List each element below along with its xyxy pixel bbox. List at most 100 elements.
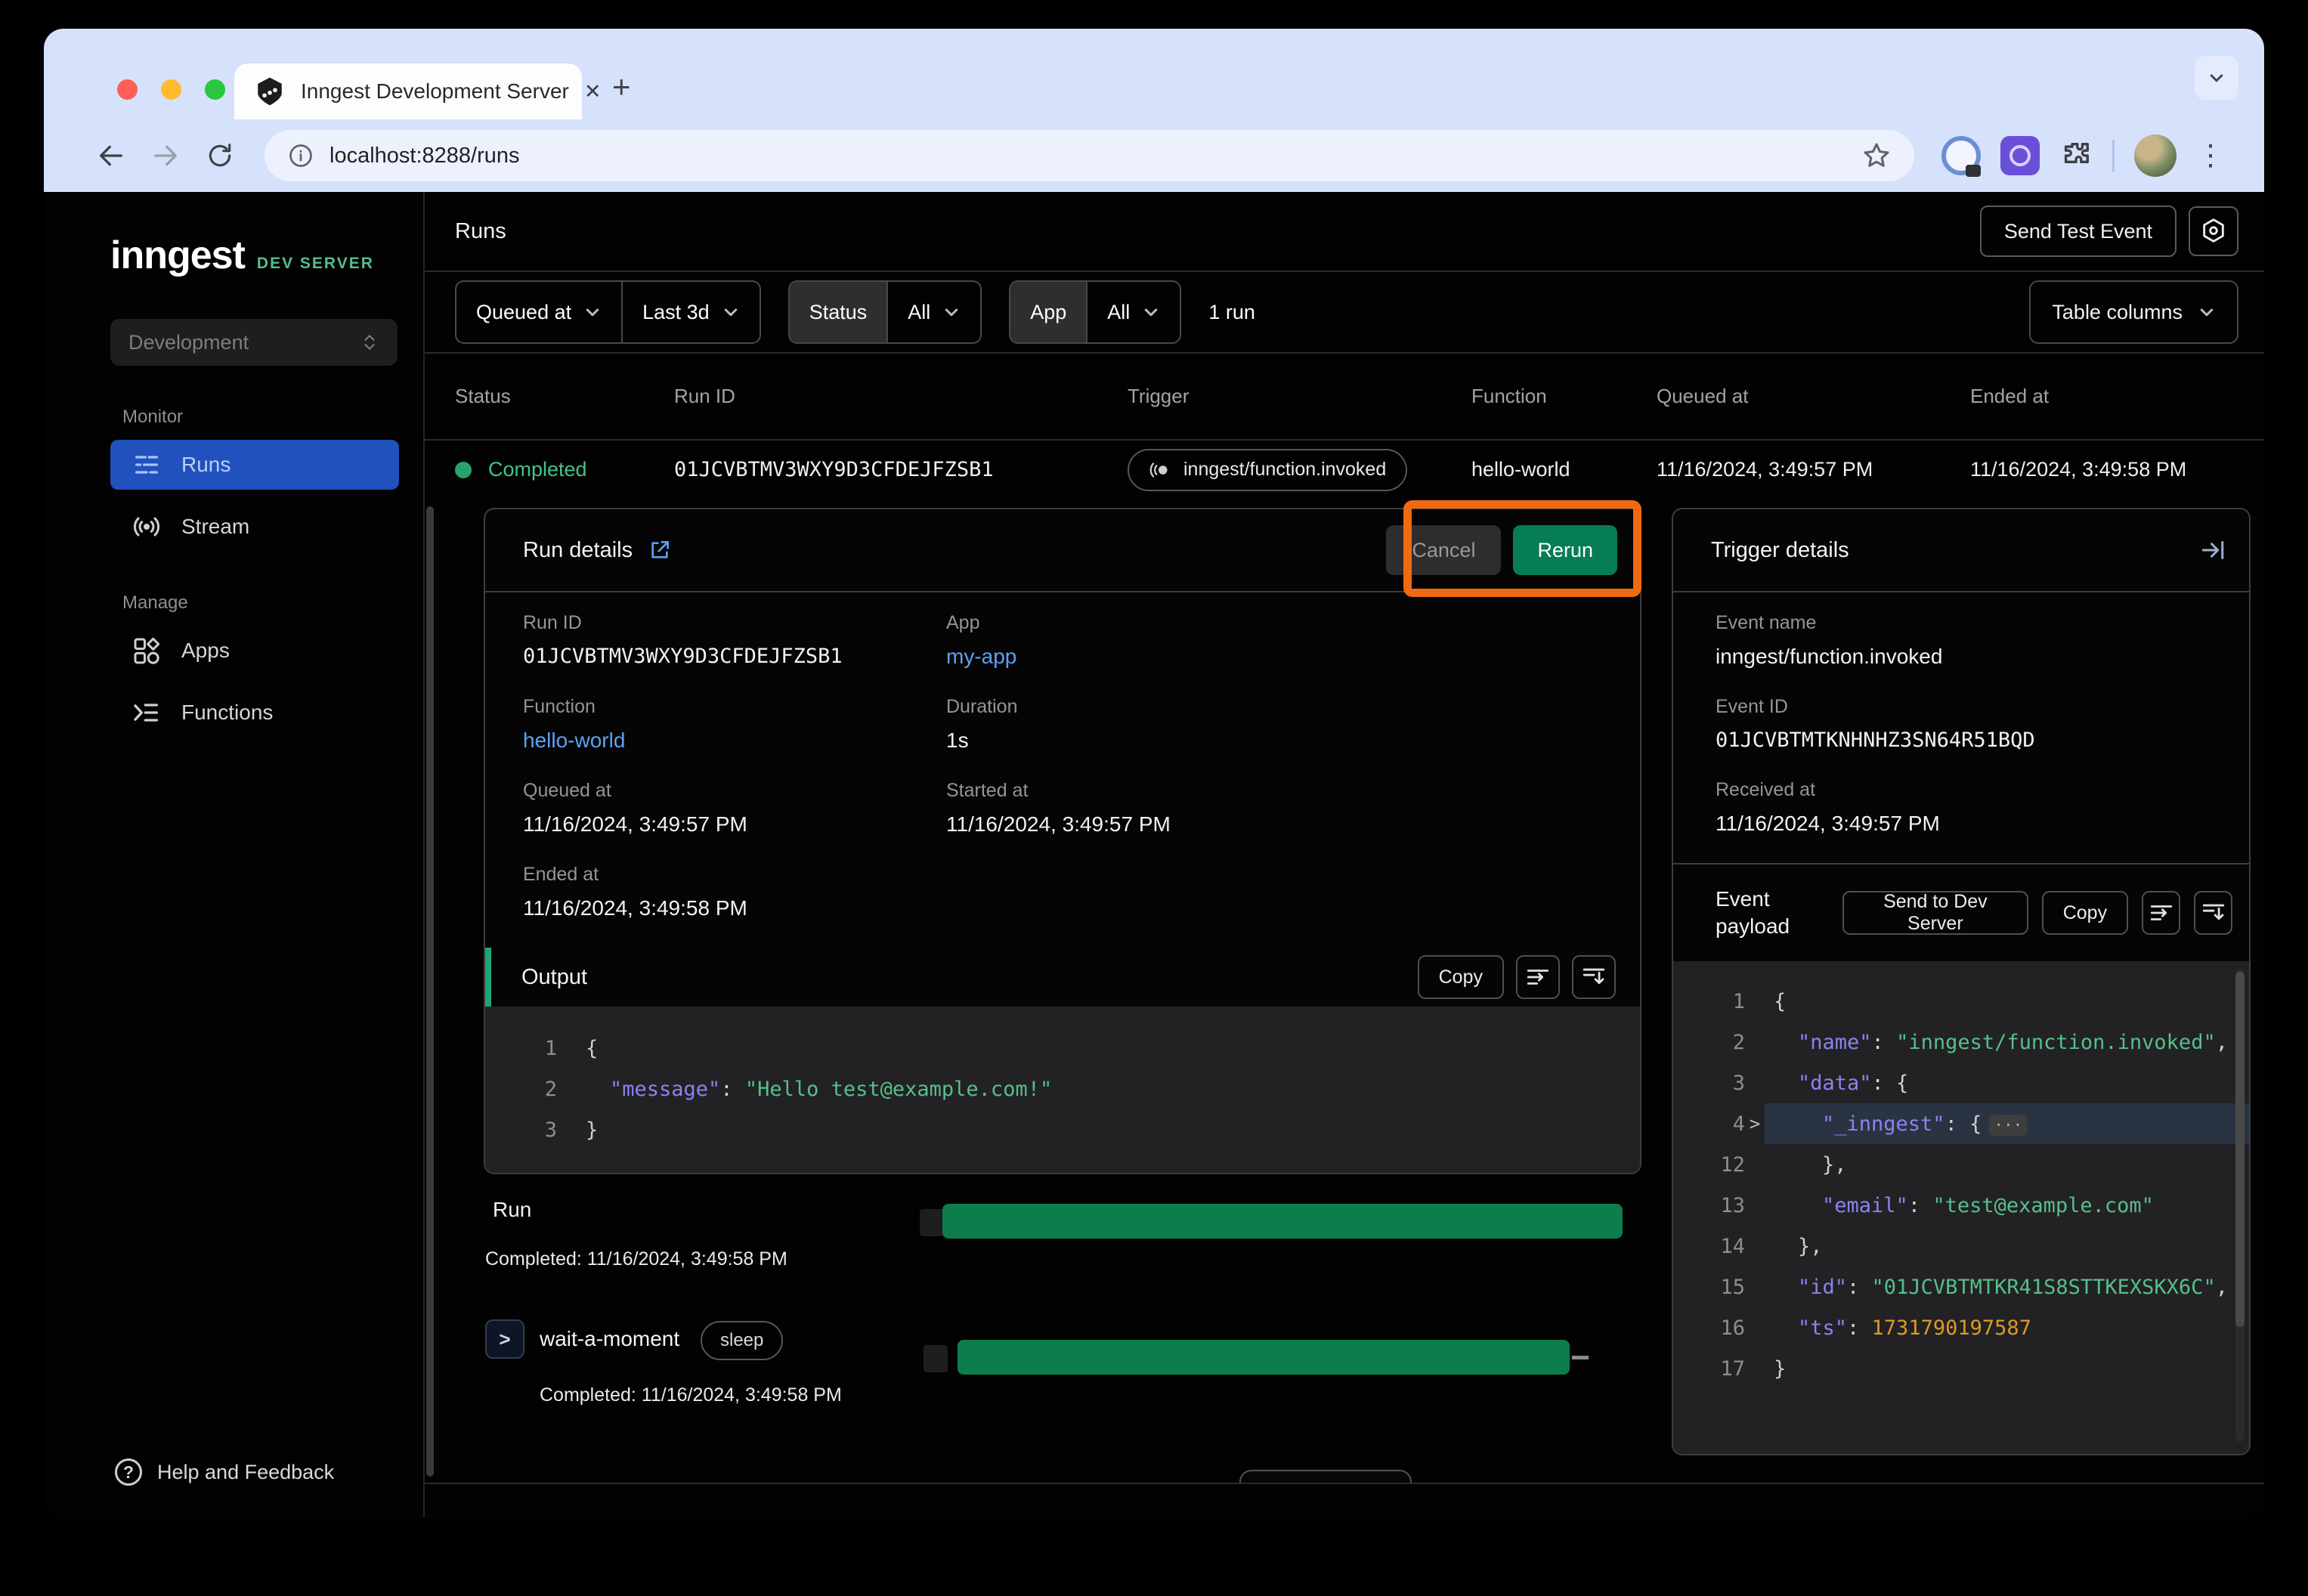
function-link[interactable]: hello-world (523, 728, 946, 753)
browser-extension-area: ⋮ (1935, 135, 2225, 177)
partial-cutoff-button[interactable] (1239, 1470, 1412, 1484)
page-header: Runs Send Test Event (425, 192, 2264, 272)
trigger-badge[interactable]: inngest/function.invoked (1128, 449, 1407, 491)
bookmark-star-icon[interactable] (1861, 141, 1892, 171)
field-run-id: Run ID 01JCVBTMV3WXY9D3CFDEJFZSB1 (523, 612, 946, 669)
table-columns-button[interactable]: Table columns (2029, 280, 2238, 344)
close-tab-icon[interactable]: ✕ (584, 80, 602, 104)
output-code-block[interactable]: 1{2"message": "Hello test@example.com!"3… (485, 1007, 1640, 1173)
send-test-event-button[interactable]: Send Test Event (1980, 206, 2177, 257)
code-text: "id": "01JCVBTMTKR41S8STTKEXSKX6C", (1765, 1276, 2228, 1299)
step-kind-badge: sleep (701, 1321, 783, 1360)
profile-avatar[interactable] (2134, 135, 2177, 177)
run-details-card: Run details Cancel Rerun (484, 508, 1641, 1174)
word-wrap-button[interactable] (2142, 891, 2180, 935)
column-header-trigger[interactable]: Trigger (1128, 385, 1471, 408)
inngest-app: inngest DEV SERVER Development Monitor R… (44, 192, 2264, 1517)
settings-button[interactable] (2189, 206, 2238, 256)
scroll-to-bottom-button[interactable] (2194, 891, 2232, 935)
time-field-dropdown[interactable]: Queued at (456, 282, 621, 342)
timeline-step-end-tick (1572, 1356, 1589, 1359)
scroll-to-bottom-button[interactable] (1572, 955, 1616, 999)
external-link-icon[interactable] (648, 538, 672, 562)
url-text[interactable]: localhost:8288/runs (329, 144, 520, 169)
timeline-step-queue-segment (924, 1345, 948, 1372)
payload-scrollbar-thumb[interactable] (2235, 972, 2245, 1327)
cancel-button[interactable]: Cancel (1386, 525, 1501, 575)
reload-icon (206, 141, 234, 170)
run-details-drawer: Run details Cancel Rerun (425, 499, 2264, 1484)
toolbar-divider (2112, 140, 2115, 172)
timeline-step-bar[interactable] (958, 1340, 1570, 1375)
column-header-ended-at[interactable]: Ended at (1970, 385, 2264, 408)
environment-select[interactable]: Development (110, 319, 398, 366)
new-tab-button[interactable]: + (612, 71, 631, 103)
maximize-window-button[interactable] (205, 79, 225, 100)
copy-output-button[interactable]: Copy (1418, 955, 1504, 999)
help-and-feedback[interactable]: ? Help and Feedback (115, 1458, 423, 1486)
status-filter-dropdown[interactable]: All (886, 282, 980, 342)
drawer-scrollbar[interactable] (426, 506, 434, 1477)
address-bar[interactable]: localhost:8288/runs (265, 130, 1914, 181)
event-payload-code-block[interactable]: 1{2"name": "inngest/function.invoked",3"… (1673, 961, 2249, 1454)
inngest-favicon-icon (254, 76, 286, 107)
timeline-run-bar[interactable] (942, 1204, 1623, 1239)
code-text: } (1765, 1357, 1786, 1381)
fold-toggle-icon[interactable]: > (1745, 1113, 1765, 1134)
browser-tab[interactable]: Inngest Development Server ✕ (234, 63, 582, 119)
expand-step-button[interactable]: > (485, 1319, 524, 1359)
back-button[interactable] (88, 132, 135, 179)
word-wrap-button[interactable] (1516, 955, 1560, 999)
chevron-down-icon (942, 303, 961, 321)
field-received-at: Received at 11/16/2024, 3:49:57 PM (1716, 779, 2249, 836)
copy-payload-button[interactable]: Copy (2042, 891, 2128, 935)
app-filter-dropdown[interactable]: All (1086, 282, 1180, 342)
rerun-button[interactable]: Rerun (1513, 525, 1617, 575)
run-status-cell: Completed (455, 458, 674, 481)
time-range-dropdown[interactable]: Last 3d (621, 282, 760, 342)
tab-search-button[interactable] (2195, 56, 2238, 100)
sidebar-item-functions[interactable]: Functions (110, 688, 399, 738)
line-number: 15 (1673, 1276, 1745, 1299)
line-number: 17 (1673, 1357, 1745, 1381)
app-link[interactable]: my-app (946, 645, 1640, 669)
code-text: "ts": 1731790197587 (1765, 1316, 2031, 1340)
run-count: 1 run (1208, 301, 1255, 324)
trigger-details-header: Trigger details (1673, 509, 2249, 592)
sidebar-section-manage: Manage (122, 592, 423, 614)
forward-button[interactable] (142, 132, 189, 179)
site-info-icon[interactable] (287, 142, 314, 169)
sidebar-item-apps[interactable]: Apps (110, 626, 399, 676)
minimize-window-button[interactable] (161, 79, 181, 100)
password-manager-extension-icon[interactable] (1941, 136, 1981, 175)
browser-menu-icon[interactable]: ⋮ (2196, 141, 2225, 170)
table-row[interactable]: Completed 01JCVBTMV3WXY9D3CFDEJFZSB1 inn… (425, 441, 2264, 499)
column-header-status[interactable]: Status (455, 385, 674, 408)
step-name: wait-a-moment (540, 1327, 679, 1351)
desktop-background: Inngest Development Server ✕ + localhost… (0, 0, 2308, 1596)
event-payload-header: Event payload Send to Dev Server Copy (1673, 865, 2249, 961)
column-header-function[interactable]: Function (1471, 385, 1657, 408)
close-window-button[interactable] (117, 79, 138, 100)
line-number: 1 (1673, 990, 1745, 1013)
sidebar-item-runs[interactable]: Runs (110, 440, 399, 490)
extensions-puzzle-icon[interactable] (2059, 139, 2093, 172)
page-title: Runs (455, 219, 506, 244)
collapse-panel-icon[interactable] (2199, 537, 2226, 564)
purple-extension-icon[interactable] (2000, 136, 2040, 175)
sidebar-item-stream[interactable]: Stream (110, 502, 399, 552)
column-header-run-id[interactable]: Run ID (674, 385, 1128, 408)
field-event-id: Event ID 01JCVBTMTKNHNHZ3SN64R51BQD (1716, 696, 2249, 752)
line-number: 1 (485, 1037, 557, 1060)
column-header-queued-at[interactable]: Queued at (1657, 385, 1970, 408)
chevron-down-icon (722, 303, 740, 321)
code-line: 4>"_inngest": {··· (1673, 1103, 2249, 1144)
word-wrap-icon (1525, 964, 1551, 990)
send-to-dev-server-button[interactable]: Send to Dev Server (1842, 891, 2028, 935)
reload-button[interactable] (196, 132, 243, 179)
scroll-to-bottom-icon (2201, 900, 2226, 926)
time-range-value: Last 3d (642, 301, 710, 324)
timeline-step-completed-text: Completed: 11/16/2024, 3:49:58 PM (540, 1384, 842, 1406)
line-number: 2 (485, 1078, 557, 1101)
function-cell: hello-world (1471, 458, 1657, 481)
